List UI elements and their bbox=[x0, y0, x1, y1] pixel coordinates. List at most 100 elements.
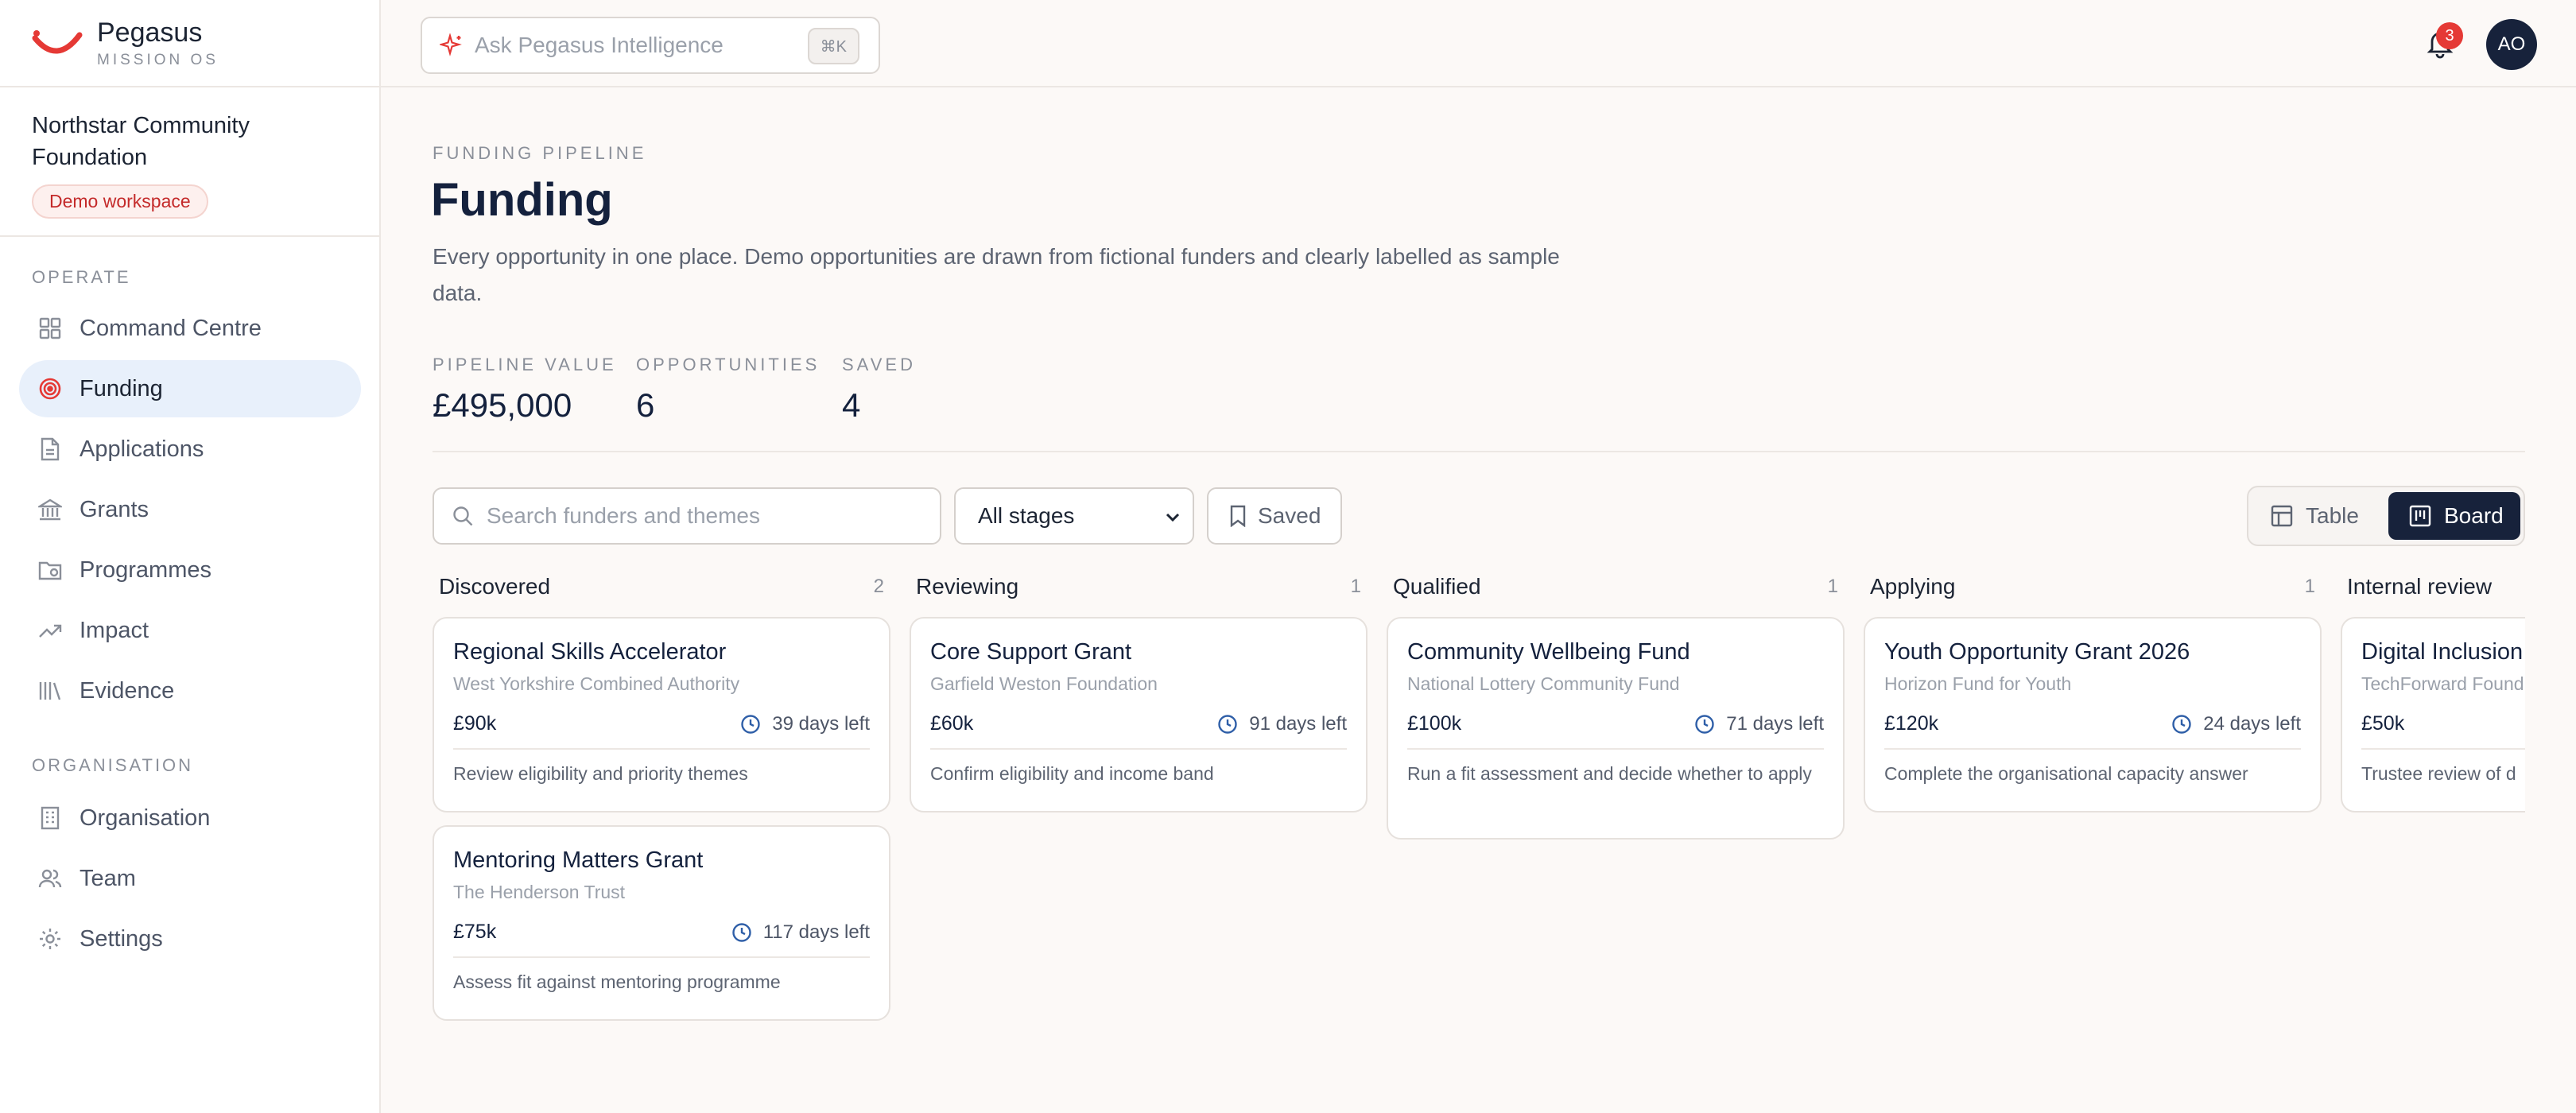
card-amount: £90k bbox=[453, 712, 497, 735]
card-title: Youth Opportunity Grant 2026 bbox=[1884, 639, 2190, 665]
card-funder: The Henderson Trust bbox=[453, 882, 626, 902]
card-title: Mentoring Matters Grant bbox=[453, 847, 704, 873]
sparkle-icon bbox=[440, 33, 462, 56]
sidebar-item-funding[interactable]: Funding bbox=[19, 360, 361, 417]
opportunity-card[interactable]: Youth Opportunity Grant 2026 Horizon Fun… bbox=[1864, 617, 2322, 812]
sidebar-item-applications[interactable]: Applications bbox=[19, 421, 361, 478]
document-icon bbox=[38, 437, 62, 461]
card-next-step: Trustee review of d bbox=[2361, 763, 2516, 784]
column-name: Applying bbox=[1870, 574, 1956, 599]
column-header: Applying 1 bbox=[1864, 566, 2322, 607]
sidebar-item-label: Settings bbox=[80, 925, 163, 952]
sidebar-item-grants[interactable]: Grants bbox=[19, 481, 361, 538]
sidebar: Pegasus MISSION OS Northstar Community F… bbox=[0, 0, 381, 1113]
brand[interactable]: Pegasus MISSION OS bbox=[0, 0, 379, 87]
stat-label: OPPORTUNITIES bbox=[636, 355, 821, 374]
target-icon bbox=[38, 377, 62, 401]
card-deadline: 71 days left bbox=[1694, 713, 1824, 735]
stat-opportunities: OPPORTUNITIES 6 bbox=[636, 355, 820, 425]
column-qualified: Qualified 1 bbox=[1387, 566, 1845, 607]
card-days-left: 91 days left bbox=[1249, 712, 1347, 735]
column-applying: Applying 1 bbox=[1864, 566, 2322, 607]
org-name: Northstar Community Foundation bbox=[32, 113, 250, 170]
card-funder: Horizon Fund for Youth bbox=[1884, 673, 2072, 694]
card-amount: £120k bbox=[1884, 712, 1939, 735]
stage-select[interactable]: All stages bbox=[954, 487, 1194, 545]
page-eyebrow: FUNDING PIPELINE bbox=[433, 143, 647, 163]
column-discovered: Discovered 2 bbox=[433, 566, 890, 607]
sidebar-item-label: Command Centre bbox=[80, 315, 262, 341]
card-days-left: 117 days left bbox=[762, 921, 870, 943]
org-switcher[interactable]: Northstar Community Foundation Demo work… bbox=[0, 87, 379, 237]
search-input[interactable]: Search funders and themes bbox=[433, 487, 941, 545]
opportunity-card[interactable]: Regional Skills Accelerator West Yorkshi… bbox=[433, 617, 890, 812]
column-count: 2 bbox=[873, 576, 884, 597]
card-meta: £60k 91 days left bbox=[930, 712, 1347, 750]
building-icon bbox=[38, 806, 62, 830]
card-days-left: 24 days left bbox=[2203, 712, 2301, 735]
card-days-left: 71 days left bbox=[1726, 712, 1824, 735]
column-name: Reviewing bbox=[916, 574, 1019, 599]
sidebar-item-label: Team bbox=[80, 865, 136, 891]
sidebar-item-programmes[interactable]: Programmes bbox=[19, 541, 361, 599]
card-funder: National Lottery Community Fund bbox=[1407, 673, 1680, 694]
card-meta: £100k 71 days left bbox=[1407, 712, 1824, 750]
opportunity-card[interactable]: Core Support Grant Garfield Weston Found… bbox=[910, 617, 1368, 812]
bookmark-icon bbox=[1230, 505, 1246, 527]
sidebar-item-label: Funding bbox=[80, 375, 163, 401]
clock-icon bbox=[1218, 714, 1237, 734]
saved-filter-button[interactable]: Saved bbox=[1207, 487, 1342, 545]
column-count: 1 bbox=[1827, 576, 1838, 597]
app-tagline: MISSION OS bbox=[97, 52, 219, 68]
search-placeholder: Search funders and themes bbox=[487, 503, 760, 528]
card-days-left: 39 days left bbox=[772, 712, 870, 735]
card-title: Community Wellbeing Fund bbox=[1407, 639, 1690, 665]
section-label-organisation: ORGANISATION bbox=[32, 755, 194, 775]
view-toggle: Table Board bbox=[2247, 486, 2525, 546]
card-meta: £90k 39 days left bbox=[453, 712, 870, 750]
board-icon bbox=[2409, 505, 2431, 527]
card-next-step: Assess fit against mentoring programme bbox=[453, 971, 781, 992]
card-funder: TechForward Found bbox=[2361, 673, 2524, 694]
card-amount: £75k bbox=[453, 921, 497, 943]
board-view-button[interactable]: Board bbox=[2388, 492, 2520, 540]
sidebar-item-team[interactable]: Team bbox=[19, 850, 361, 907]
stat-value: £495,000 bbox=[433, 386, 572, 424]
clock-icon bbox=[731, 922, 751, 942]
card-funder: Garfield Weston Foundation bbox=[930, 673, 1158, 694]
stage-select-value: All stages bbox=[978, 503, 1075, 528]
notification-count-badge: 3 bbox=[2436, 22, 2463, 49]
page-title: Funding bbox=[431, 174, 613, 226]
sidebar-item-organisation[interactable]: Organisation bbox=[19, 789, 361, 847]
table-view-label: Table bbox=[2306, 503, 2359, 528]
card-amount: £50k bbox=[2361, 712, 2405, 735]
opportunity-card[interactable]: Mentoring Matters Grant The Henderson Tr… bbox=[433, 825, 890, 1021]
opportunity-card[interactable]: Community Wellbeing Fund National Lotter… bbox=[1387, 617, 1845, 840]
app-name: Pegasus bbox=[97, 17, 203, 48]
sidebar-item-command-centre[interactable]: Command Centre bbox=[19, 300, 361, 357]
column-header: Reviewing 1 bbox=[910, 566, 1368, 607]
column-header: Internal review bbox=[2341, 566, 2525, 607]
clock-icon bbox=[741, 714, 760, 734]
sidebar-item-settings[interactable]: Settings bbox=[19, 910, 361, 968]
card-meta: £75k 117 days left bbox=[453, 921, 870, 958]
table-view-button[interactable]: Table bbox=[2253, 492, 2380, 540]
card-amount: £100k bbox=[1407, 712, 1462, 735]
sidebar-item-evidence[interactable]: Evidence bbox=[19, 662, 361, 719]
stat-saved: SAVED 4 bbox=[842, 355, 916, 425]
sidebar-item-label: Impact bbox=[80, 617, 149, 643]
chevron-down-icon bbox=[1166, 513, 1180, 522]
column-name: Internal review bbox=[2347, 574, 2493, 599]
users-icon bbox=[38, 867, 62, 890]
opportunity-card[interactable]: Digital Inclusion TechForward Found £50k… bbox=[2341, 617, 2525, 812]
sidebar-item-impact[interactable]: Impact bbox=[19, 602, 361, 659]
card-next-step: Run a fit assessment and decide whether … bbox=[1407, 763, 1812, 784]
bank-icon bbox=[38, 498, 62, 522]
stat-label: PIPELINE VALUE bbox=[433, 355, 617, 374]
saved-filter-label: Saved bbox=[1258, 503, 1321, 528]
avatar[interactable]: AO bbox=[2486, 19, 2537, 70]
stat-label: SAVED bbox=[842, 355, 916, 374]
ask-intelligence-input[interactable]: Ask Pegasus Intelligence ⌘K bbox=[421, 17, 880, 74]
card-deadline: 39 days left bbox=[740, 713, 870, 735]
shortcut-hint: ⌘K bbox=[807, 28, 859, 64]
